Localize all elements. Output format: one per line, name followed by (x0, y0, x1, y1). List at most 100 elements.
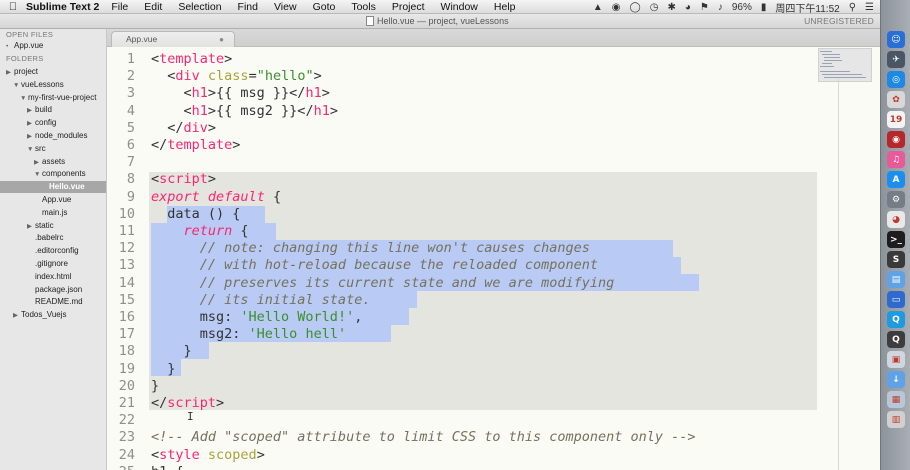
code-line[interactable]: msg2: 'Hello hell' (151, 326, 346, 343)
screenshot-thumbnail-icon[interactable]: ▦ (887, 391, 905, 408)
code-line[interactable]: <div class="hello"> (151, 68, 322, 85)
vertical-scrollbar[interactable] (838, 78, 839, 470)
code-line[interactable]: // note: changing this line won't causes… (151, 240, 590, 257)
chrome-icon[interactable]: ◕ (887, 211, 905, 228)
finder-icon[interactable]: ☺ (887, 31, 905, 48)
code-line[interactable]: // preserves its current state and we ar… (151, 275, 615, 292)
quicktime-icon[interactable]: Q (887, 331, 905, 348)
sidebar-item-assets[interactable]: ▶ assets (34, 156, 65, 168)
menu-view[interactable]: View (274, 1, 297, 13)
sublime-text-icon[interactable]: S (887, 251, 905, 268)
disclosure-closed-icon[interactable]: ▶ (27, 221, 35, 233)
disclosure-closed-icon[interactable]: ▶ (13, 310, 21, 322)
code-line[interactable]: <!-- Add "scoped" attribute to limit CSS… (151, 429, 696, 446)
menu-tools[interactable]: Tools (351, 1, 376, 13)
disclosure-open-icon[interactable]: ▼ (34, 169, 42, 181)
downloads-folder-icon[interactable]: ↓ (887, 371, 905, 388)
disclosure-closed-icon[interactable]: ▶ (6, 67, 14, 79)
disclosure-open-icon[interactable]: ▼ (13, 80, 21, 92)
sidebar-item-index-html[interactable]: index.html (27, 271, 71, 283)
battery-icon[interactable]: ▮ (761, 2, 767, 13)
code-line[interactable]: <script> (151, 171, 216, 188)
preview-icon[interactable]: ▣ (887, 351, 905, 368)
tab-app-vue[interactable]: App.vue ● (111, 31, 235, 47)
code-line[interactable]: <style scoped> (151, 447, 265, 464)
calendar-icon[interactable]: 19 (887, 111, 905, 128)
hat-icon[interactable]: ▲ (593, 2, 603, 13)
battery-percent[interactable]: 96% (732, 2, 752, 13)
open-file-item[interactable]: • App.vue (6, 40, 43, 52)
time-machine-icon[interactable]: ◷ (650, 2, 659, 13)
code-line[interactable]: } (151, 361, 175, 378)
keynote-icon[interactable]: ▭ (887, 291, 905, 308)
sidebar-item-gitignore[interactable]: .gitignore (27, 258, 68, 270)
sidebar-item-package-json[interactable]: package.json (27, 284, 82, 296)
notification-center-icon[interactable]: ☰ (865, 2, 874, 13)
code-line[interactable]: h1 { (151, 464, 184, 470)
code-line[interactable]: export default { (151, 189, 281, 206)
tab-close-icon[interactable]: ● (219, 32, 224, 47)
disclosure-closed-icon[interactable]: ▶ (27, 131, 35, 143)
sidebar-item-editorconfig[interactable]: .editorconfig (27, 245, 79, 257)
app-store-icon[interactable]: A (887, 171, 905, 188)
wifi-icon[interactable]: ◕ (685, 2, 691, 13)
sidebar-item-components[interactable]: ▼ components (34, 168, 86, 180)
terminal-icon[interactable]: >_ (887, 231, 905, 248)
code-line[interactable]: } (151, 378, 159, 395)
disclosure-closed-icon[interactable]: ▶ (27, 118, 35, 130)
code-line[interactable]: <h1>{{ msg }}</h1> (151, 85, 330, 102)
code-line[interactable]: data () { (151, 206, 240, 223)
safari-icon[interactable]: ◎ (887, 71, 905, 88)
menu-goto[interactable]: Goto (313, 1, 336, 13)
disclosure-open-icon[interactable]: ▼ (20, 93, 28, 105)
code-line[interactable]: } (151, 343, 192, 360)
code-line[interactable]: </template> (151, 137, 240, 154)
code-line[interactable]: </div> (151, 120, 216, 137)
documents-folder-icon[interactable]: ▤ (887, 271, 905, 288)
photo-booth-icon[interactable]: ◉ (887, 131, 905, 148)
menu-find[interactable]: Find (238, 1, 258, 13)
system-preferences-icon[interactable]: ⚙ (887, 191, 905, 208)
code-line[interactable]: // with hot-reload because the reloaded … (151, 257, 598, 274)
sidebar-item-config[interactable]: ▶ config (27, 117, 56, 129)
sidebar-item-my-first-vue-project[interactable]: ▼ my-first-vue-project (20, 92, 96, 104)
disclosure-closed-icon[interactable]: ▶ (27, 105, 35, 117)
flag-icon[interactable]: ⚑ (700, 2, 709, 13)
circle-icon[interactable]: ◯ (630, 2, 641, 13)
sidebar-item-build[interactable]: ▶ build (27, 104, 52, 116)
app-menu[interactable]: Sublime Text 2 (26, 1, 99, 13)
code-line[interactable]: msg: 'Hello World!', (151, 309, 363, 326)
apple-menu-icon[interactable]:  (0, 1, 26, 13)
sidebar-item-main-js[interactable]: main.js (34, 207, 67, 219)
menu-project[interactable]: Project (392, 1, 425, 13)
sidebar-item-hello-vue[interactable]: Hello.vue (0, 181, 106, 194)
launchpad-icon[interactable]: ✈ (887, 51, 905, 68)
code-line[interactable]: // its initial state. (151, 292, 371, 309)
sidebar-item-vuelessons[interactable]: ▼ vueLessons (13, 79, 64, 91)
menu-help[interactable]: Help (494, 1, 516, 13)
menu-selection[interactable]: Selection (178, 1, 221, 13)
itunes-icon[interactable]: ♫ (887, 151, 905, 168)
minimap[interactable] (818, 48, 872, 82)
disclosure-open-icon[interactable]: ▼ (27, 144, 35, 156)
record-icon[interactable]: ◉ (612, 2, 621, 13)
code-line[interactable]: <h1>{{ msg2 }}</h1> (151, 103, 338, 120)
menu-window[interactable]: Window (441, 1, 478, 13)
sidebar-item-static[interactable]: ▶ static (27, 220, 54, 232)
qq-icon[interactable]: Q (887, 311, 905, 328)
menu-file[interactable]: File (111, 1, 128, 13)
disclosure-closed-icon[interactable]: ▶ (34, 157, 42, 169)
volume-icon[interactable]: ♪ (718, 2, 723, 13)
close-dot-icon[interactable]: • (6, 41, 14, 53)
sidebar-item-src[interactable]: ▼ src (27, 143, 46, 155)
trash-icon[interactable]: ▥ (887, 411, 905, 428)
sidebar-item-babelrc[interactable]: .babelrc (27, 232, 63, 244)
sidebar-item-project[interactable]: ▶ project (6, 66, 38, 78)
code-line[interactable]: return { (151, 223, 249, 240)
spotlight-icon[interactable]: ⚲ (849, 2, 856, 13)
clock[interactable]: 周四下午11:52 (775, 0, 839, 15)
photos-icon[interactable]: ✿ (887, 91, 905, 108)
menu-edit[interactable]: Edit (144, 1, 162, 13)
sidebar-item-readme-md[interactable]: README.md (27, 296, 83, 308)
sidebar-item-app-vue[interactable]: App.vue (34, 194, 71, 206)
